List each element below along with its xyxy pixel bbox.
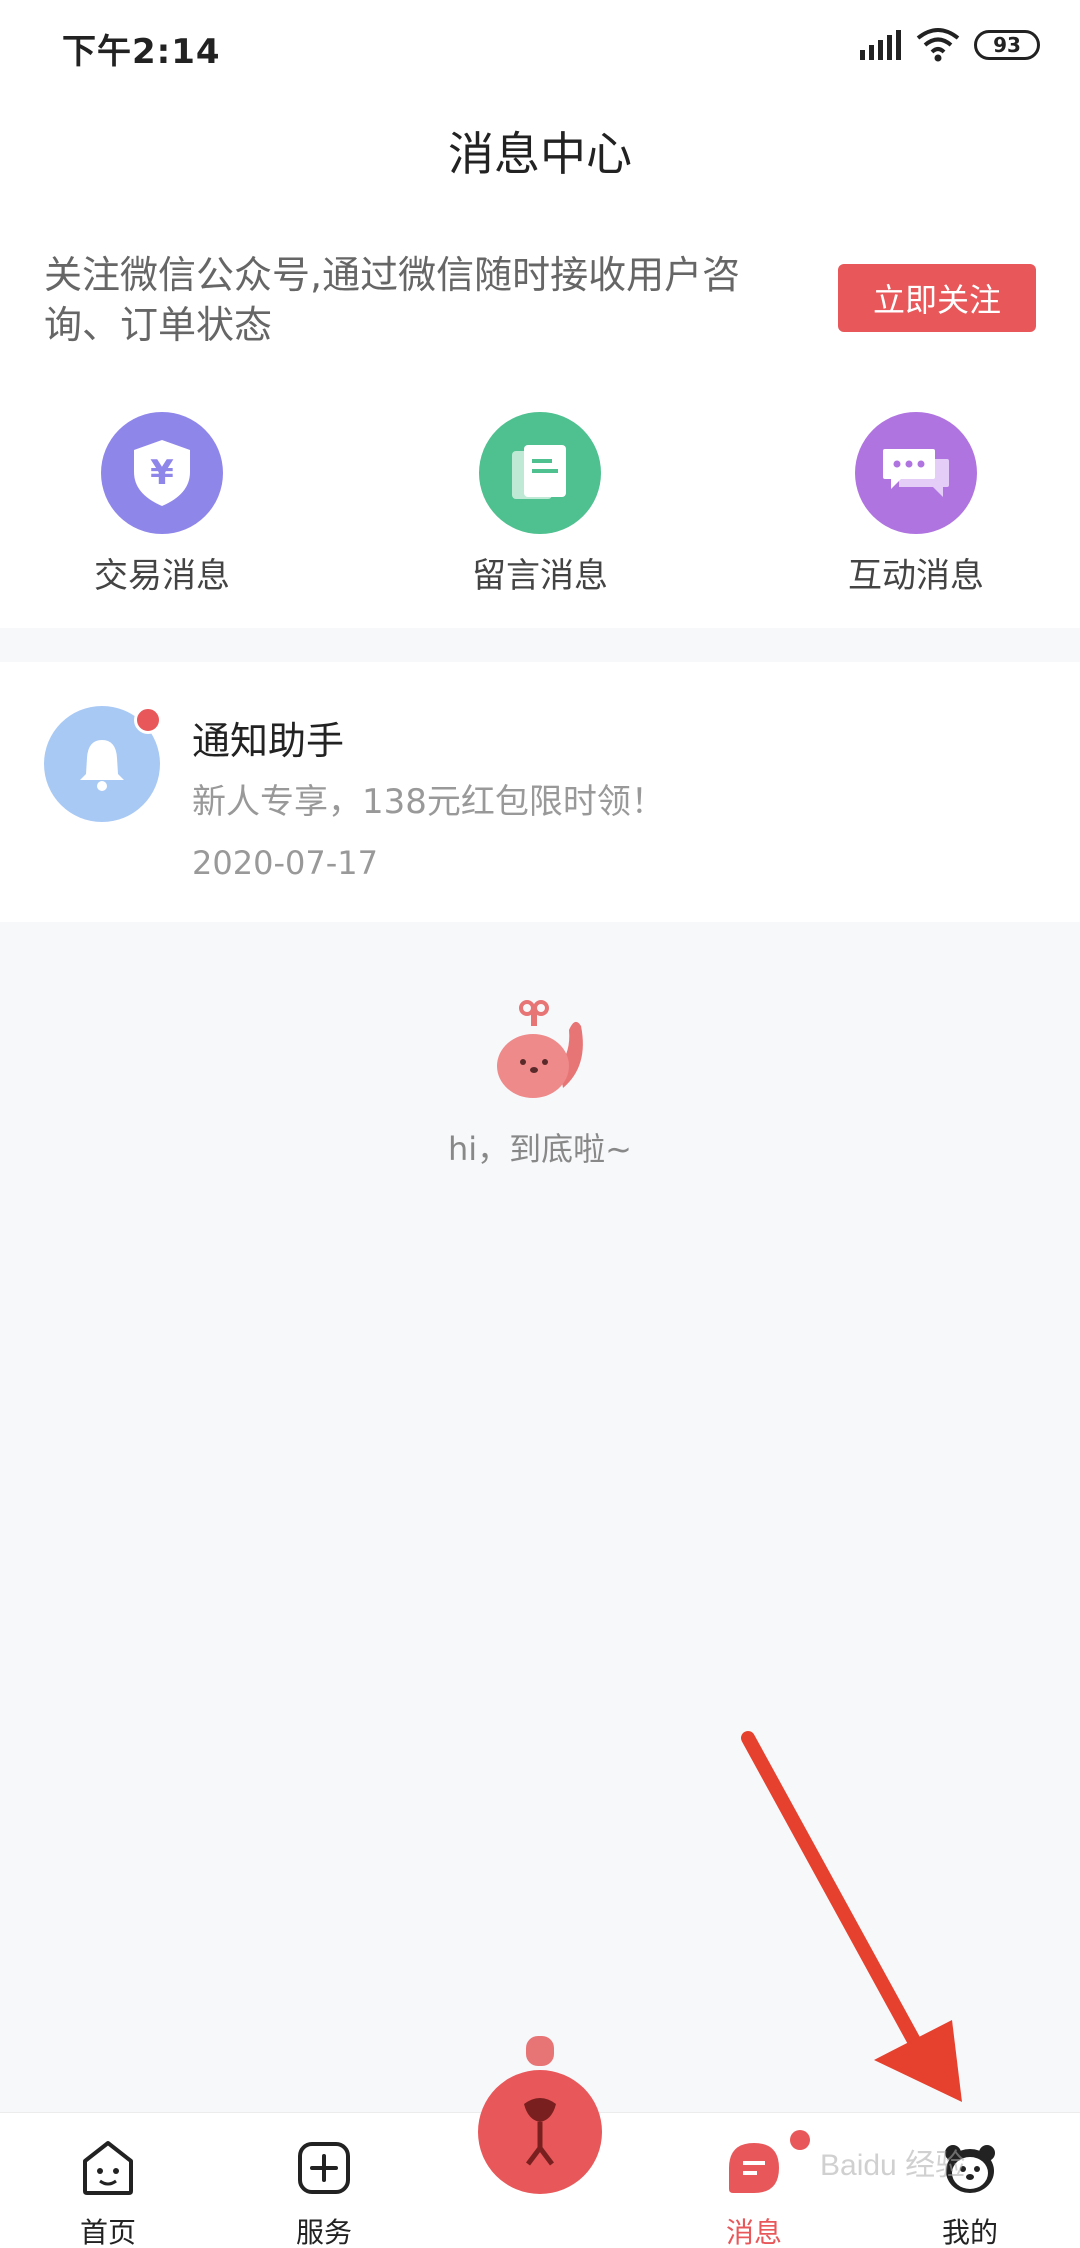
category-trade-messages[interactable]: ¥ 交易消息 xyxy=(52,412,272,597)
category-interaction-messages[interactable]: 互动消息 xyxy=(806,412,1026,597)
follow-wechat-text: 关注微信公众号,通过微信随时接收用户咨询、订单状态 xyxy=(44,253,741,347)
document-icon xyxy=(479,412,601,534)
battery-indicator: 93 xyxy=(974,30,1040,60)
tab-label: 我的 xyxy=(941,2216,998,2248)
unread-dot xyxy=(134,706,162,734)
status-time: 下午2:14 xyxy=(62,32,221,72)
notification-message: 新人专享，138元红包限时领！ xyxy=(192,782,665,822)
tab-service[interactable]: 服务 xyxy=(264,2139,384,2248)
tab-home[interactable]: 首页 xyxy=(48,2139,168,2248)
end-of-list: hi，到底啦~ xyxy=(0,996,1080,1170)
notification-date: 2020-07-17 xyxy=(192,844,378,882)
center-mascot-button[interactable] xyxy=(476,2036,604,2196)
messages-unread-dot xyxy=(790,2130,810,2150)
category-comment-messages[interactable]: 留言消息 xyxy=(430,412,650,597)
category-label: 互动消息 xyxy=(848,556,984,596)
tab-label: 首页 xyxy=(79,2216,136,2248)
message-icon xyxy=(729,2143,779,2193)
page-title: 消息中心 xyxy=(448,127,632,181)
watermark: Baidu 经验 xyxy=(820,2149,966,2182)
wifi-icon xyxy=(916,28,960,62)
category-label: 留言消息 xyxy=(472,556,608,596)
svg-text:¥: ¥ xyxy=(150,453,174,493)
tab-messages[interactable]: 消息 xyxy=(694,2139,814,2248)
battery-level: 93 xyxy=(993,33,1021,57)
notification-assistant-row[interactable]: 通知助手 新人专享，138元红包限时领！ 2020-07-17 xyxy=(0,662,1080,922)
red-arrow-annotation xyxy=(741,1731,962,2102)
end-text: hi，到底啦~ xyxy=(448,1130,632,1168)
tab-label: 服务 xyxy=(295,2216,352,2248)
plus-square-icon xyxy=(298,2142,350,2194)
shield-yen-icon: ¥ xyxy=(101,412,223,534)
notification-title: 通知助手 xyxy=(192,719,345,763)
follow-now-button[interactable]: 立即关注 xyxy=(838,264,1036,332)
home-face-icon xyxy=(83,2141,133,2195)
signal-icon xyxy=(860,30,901,60)
status-bar: 下午2:14 93 xyxy=(0,0,1080,90)
mascot-icon xyxy=(497,1000,583,1098)
chat-bubbles-icon xyxy=(855,412,977,534)
tab-label: 消息 xyxy=(725,2216,782,2248)
category-label: 交易消息 xyxy=(94,556,230,596)
top-panel: 下午2:14 93 消息中心 关注微信公众号,通过微信随时接收用户咨询、订单状态… xyxy=(0,0,1080,628)
